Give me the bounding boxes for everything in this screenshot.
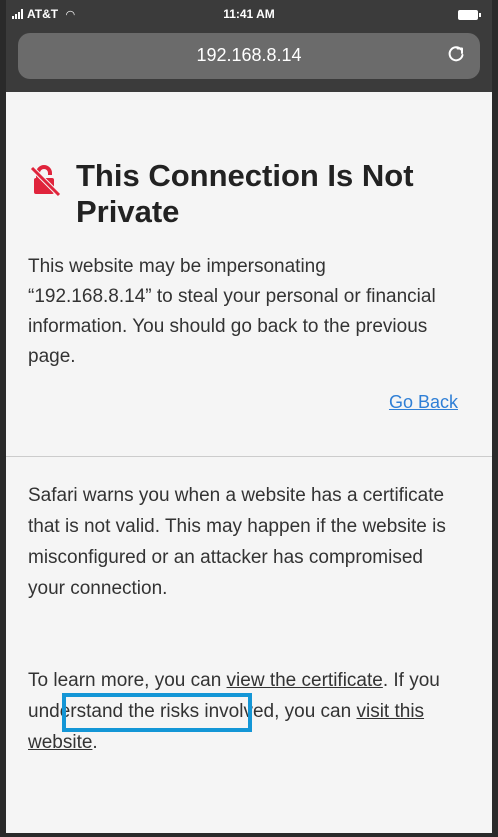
warning-description: This website may be impersonating “192.1…	[28, 256, 436, 367]
view-certificate-link[interactable]: view the certificate	[227, 670, 383, 691]
address-bar[interactable]: 192.168.8.14	[18, 33, 480, 79]
visit-website-highlight	[62, 693, 252, 732]
go-back-link[interactable]: Go Back	[389, 392, 458, 413]
status-bar: AT&T ◠ 11:41 AM	[6, 0, 492, 30]
page-title: This Connection Is Not Private	[76, 158, 414, 229]
warning-page: This Connection Is Not Private This webs…	[6, 92, 492, 833]
section-divider	[6, 456, 492, 457]
address-url[interactable]: 192.168.8.14	[18, 45, 480, 66]
warning-heading: This Connection Is Not Private	[28, 158, 472, 229]
browser-chrome: AT&T ◠ 11:41 AM 192.168.8.14	[6, 0, 492, 92]
broken-lock-icon	[30, 165, 61, 197]
status-time: 11:41 AM	[223, 7, 275, 21]
phone-screen: AT&T ◠ 11:41 AM 192.168.8.14 This Connec…	[0, 0, 498, 837]
learn-prefix: To learn more, you can	[28, 670, 227, 691]
learn-suffix: .	[92, 732, 98, 753]
safari-info-text: Safari warns you when a website has a ce…	[28, 485, 446, 599]
battery-icon	[458, 10, 481, 20]
reload-icon[interactable]	[446, 44, 466, 64]
